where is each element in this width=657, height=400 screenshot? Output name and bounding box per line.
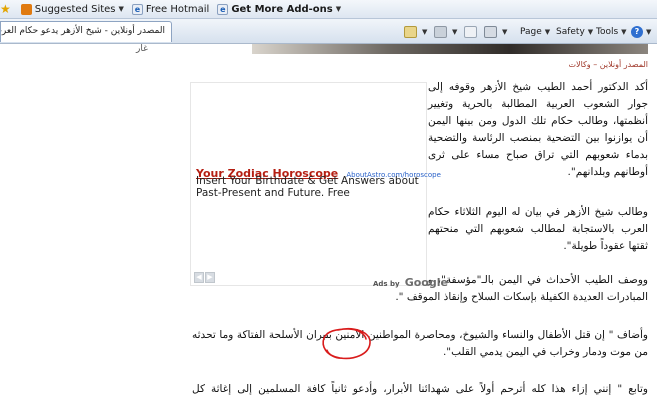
chevron-down-icon: ▼	[452, 27, 458, 36]
star-icon: ★	[0, 2, 11, 16]
chevron-down-icon: ▼	[646, 27, 652, 36]
printer-icon	[484, 25, 497, 38]
article-source: المصدر أونلاين – وكالات	[568, 60, 648, 69]
chevron-down-icon: ▼	[587, 27, 594, 36]
mail-icon	[464, 25, 477, 38]
get-more-addons-link[interactable]: e Get More Add-ons ▼	[217, 3, 342, 15]
article-photo	[252, 44, 648, 54]
ad-next-button[interactable]: ▶	[205, 272, 215, 283]
ads-by-google-link[interactable]: Ads by Google	[373, 271, 448, 290]
left-panel-edge: غار	[0, 44, 150, 54]
print-button[interactable]: ▼	[484, 23, 507, 40]
browser-tab[interactable]: المصدر أونلاين - شيخ الأزهر يدعو حكام ال…	[0, 21, 172, 42]
article-paragraph: وتابع " إنني إزاء هذا كله أترحم أولاً عل…	[192, 383, 648, 395]
home-button[interactable]: ▼	[404, 23, 427, 40]
ad-nav: ◀ ▶	[194, 272, 216, 283]
suggested-sites-link[interactable]: Suggested Sites ▼	[20, 3, 124, 15]
page-menu-label: Page	[520, 26, 542, 37]
chevron-down-icon: ▼	[118, 5, 124, 13]
favorites-star-button[interactable]: ★	[0, 2, 13, 16]
safety-menu-label: Safety	[556, 26, 585, 37]
chevron-down-icon: ▼	[422, 27, 428, 36]
home-icon	[404, 25, 417, 38]
ie-page-icon: e	[217, 3, 229, 15]
left-edge-text: غار	[136, 44, 148, 54]
tools-menu-button[interactable]: Tools ▼	[596, 23, 627, 40]
ie-page-icon: e	[131, 3, 143, 15]
help-button[interactable]: ? ▼	[631, 23, 651, 40]
suggested-sites-label: Suggested Sites	[34, 3, 116, 15]
ad-prev-button[interactable]: ◀	[194, 272, 204, 283]
article-paragraph: وأضاف " إن قتل الأطفال والنساء والشيوخ، …	[192, 329, 648, 358]
ads-by-label: Ads by	[373, 280, 400, 288]
chevron-down-icon: ▼	[335, 5, 342, 13]
ad-box: Your Zodiac Horoscope AboutAstro.com/hor…	[190, 82, 448, 289]
tools-menu-label: Tools	[596, 26, 619, 37]
feeds-button[interactable]: ▼	[434, 23, 457, 40]
page-menu-button[interactable]: Page ▼	[520, 23, 550, 40]
article-paragraph: وطالب شيخ الأزهر في بيان له اليوم الثلاث…	[428, 206, 648, 252]
free-hotmail-label: Free Hotmail	[145, 3, 210, 15]
chevron-down-icon: ▼	[544, 27, 551, 36]
suggested-sites-icon	[20, 3, 32, 15]
google-logo: Google	[404, 276, 448, 289]
ad-description[interactable]: Insert Your Birthdate & Get Answers abou…	[196, 175, 424, 199]
tab-command-row: المصدر أونلاين - شيخ الأزهر يدعو حكام ال…	[0, 19, 657, 44]
feeds-icon	[434, 25, 447, 38]
tab-title: المصدر أونلاين - شيخ الأزهر يدعو حكام ال…	[0, 26, 165, 36]
read-mail-button[interactable]	[464, 23, 479, 40]
get-more-addons-label: Get More Add-ons	[231, 3, 333, 15]
article-paragraph: أكد الدكتور أحمد الطيب شيخ الأزهر وقوفه …	[428, 81, 648, 178]
free-hotmail-link[interactable]: e Free Hotmail	[131, 3, 210, 15]
chevron-down-icon: ▼	[621, 27, 627, 36]
help-icon: ?	[631, 25, 643, 38]
chevron-down-icon: ▼	[502, 27, 508, 36]
safety-menu-button[interactable]: Safety ▼	[556, 23, 593, 40]
favorites-bar: ★ Suggested Sites ▼ e Free Hotmail e Get…	[0, 0, 657, 19]
